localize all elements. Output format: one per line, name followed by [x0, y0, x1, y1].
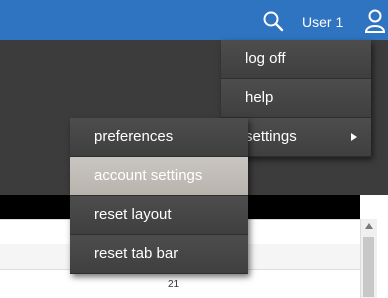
menu-item-reset-tab-bar[interactable]: reset tab bar [70, 235, 248, 274]
row-number: 21 [168, 279, 180, 290]
search-icon[interactable] [262, 10, 284, 32]
menu-item-preferences[interactable]: preferences [70, 118, 248, 157]
menu-item-label: help [245, 89, 274, 106]
scroll-up-arrow-icon[interactable] [365, 223, 373, 229]
user-icon[interactable] [364, 9, 386, 33]
top-bar: User 1 [0, 0, 388, 40]
menu-item-label: preferences [94, 128, 174, 145]
scroll-thumb[interactable] [363, 237, 374, 297]
menu-item-label: settings [245, 128, 297, 145]
right-gutter [377, 195, 388, 298]
menu-item-label: reset layout [94, 206, 172, 223]
user-name[interactable]: User 1 [302, 13, 343, 31]
menu-item-help[interactable]: help [221, 79, 371, 118]
menu-item-label: reset tab bar [94, 245, 179, 262]
menu-item-account-settings[interactable]: account settings [70, 157, 248, 196]
menu-item-log-off[interactable]: log off [221, 40, 371, 79]
submenu-arrow-icon [351, 133, 357, 141]
settings-submenu: preferences account settings reset layou… [70, 118, 248, 274]
vertical-scrollbar[interactable] [360, 219, 377, 298]
menu-item-label: account settings [94, 167, 203, 184]
menu-item-label: log off [245, 50, 286, 67]
menu-item-reset-layout[interactable]: reset layout [70, 196, 248, 235]
